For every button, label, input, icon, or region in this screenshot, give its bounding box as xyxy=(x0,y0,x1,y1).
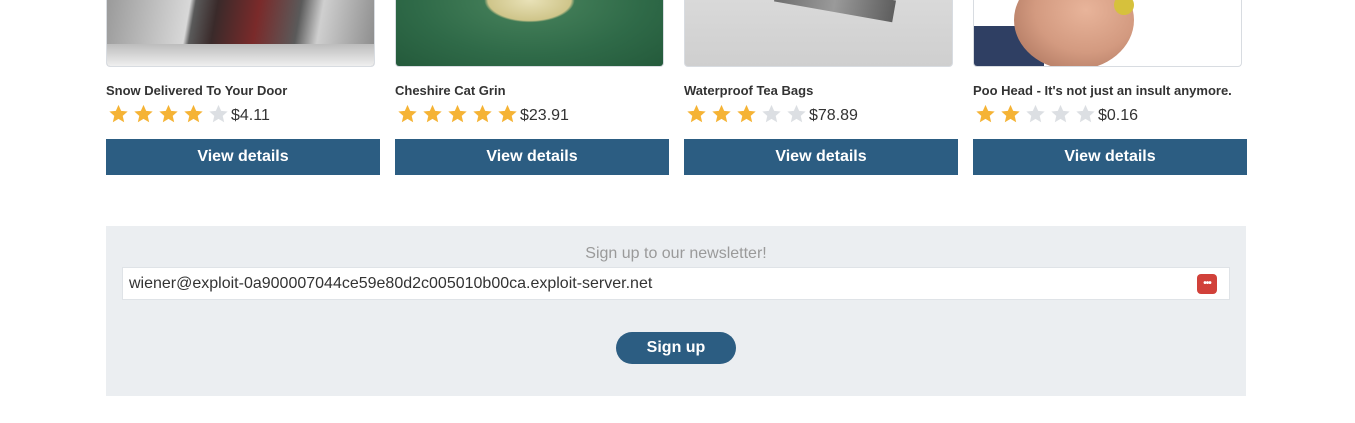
rating-row: $23.91 xyxy=(395,101,669,127)
view-details-button[interactable]: View details xyxy=(106,139,380,175)
star-rating xyxy=(684,103,809,125)
product-name: Waterproof Tea Bags xyxy=(684,83,814,98)
star-filled-icon xyxy=(712,104,731,123)
rating-row: $78.89 xyxy=(684,101,958,127)
newsletter-section: Sign up to our newsletter! ••• Sign up xyxy=(106,226,1246,396)
rating-row: $4.11 xyxy=(106,101,380,127)
star-filled-icon xyxy=(398,104,417,123)
dots-icon: ••• xyxy=(1203,278,1211,289)
star-empty-icon xyxy=(762,104,781,123)
star-rating xyxy=(395,103,520,125)
star-filled-icon xyxy=(184,104,203,123)
star-empty-icon xyxy=(209,104,228,123)
star-filled-icon xyxy=(109,104,128,123)
newsletter-title: Sign up to our newsletter! xyxy=(585,245,767,262)
product-price: $0.16 xyxy=(1098,107,1139,124)
product-price: $23.91 xyxy=(520,107,569,124)
product-image[interactable] xyxy=(395,0,664,67)
star-filled-icon xyxy=(687,104,706,123)
product-grid: Snow Delivered To Your Door $4.11 View d… xyxy=(106,0,1247,175)
product-card: Snow Delivered To Your Door $4.11 View d… xyxy=(106,0,380,175)
product-price: $4.11 xyxy=(231,107,270,124)
view-details-button[interactable]: View details xyxy=(684,139,958,175)
star-empty-icon xyxy=(1076,104,1095,123)
star-filled-icon xyxy=(498,104,517,123)
star-filled-icon xyxy=(448,104,467,123)
star-filled-icon xyxy=(134,104,153,123)
email-field[interactable] xyxy=(122,267,1230,300)
star-empty-icon xyxy=(787,104,806,123)
star-rating xyxy=(106,103,231,125)
star-empty-icon xyxy=(1051,104,1070,123)
star-filled-icon xyxy=(159,104,178,123)
star-filled-icon xyxy=(1001,104,1020,123)
product-image[interactable] xyxy=(973,0,1242,67)
star-empty-icon xyxy=(1026,104,1045,123)
product-card: Poo Head - It's not just an insult anymo… xyxy=(973,0,1247,175)
product-name: Snow Delivered To Your Door xyxy=(106,83,288,98)
star-filled-icon xyxy=(473,104,492,123)
product-name: Cheshire Cat Grin xyxy=(395,83,506,98)
product-image[interactable] xyxy=(684,0,953,67)
star-filled-icon xyxy=(976,104,995,123)
star-filled-icon xyxy=(737,104,756,123)
rating-row: $0.16 xyxy=(973,101,1247,127)
view-details-button[interactable]: View details xyxy=(973,139,1247,175)
product-name: Poo Head - It's not just an insult anymo… xyxy=(973,83,1232,98)
product-price: $78.89 xyxy=(809,107,858,124)
view-details-button[interactable]: View details xyxy=(395,139,669,175)
password-manager-icon[interactable]: ••• xyxy=(1197,274,1217,294)
page: Snow Delivered To Your Door $4.11 View d… xyxy=(0,0,1355,423)
signup-button[interactable]: Sign up xyxy=(616,332,736,364)
star-rating xyxy=(973,103,1098,125)
product-image[interactable] xyxy=(106,0,375,67)
star-filled-icon xyxy=(423,104,442,123)
product-card: Waterproof Tea Bags $78.89 View details xyxy=(684,0,958,175)
product-card: Cheshire Cat Grin $23.91 View details xyxy=(395,0,669,175)
